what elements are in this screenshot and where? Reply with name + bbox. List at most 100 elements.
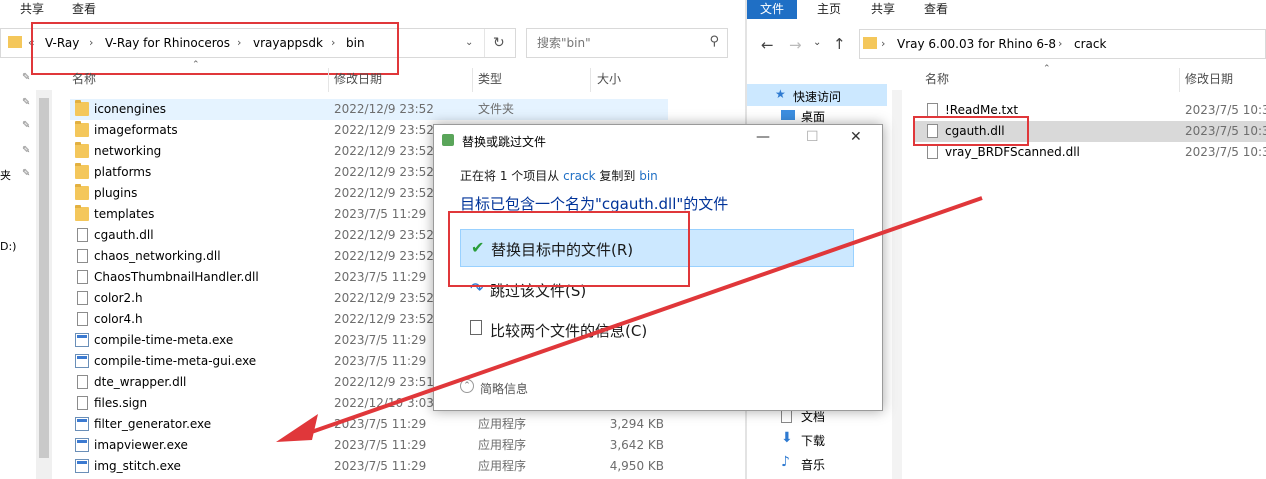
file-name: cgauth.dll [94, 228, 154, 242]
sidebar-item-fragment[interactable]: 夹 [0, 167, 11, 183]
column-header-date[interactable]: 修改日期 [334, 68, 382, 90]
minimize-button[interactable]: — [756, 129, 770, 145]
ribbon-tab-view[interactable]: 查看 [72, 0, 96, 19]
compare-option[interactable]: 比较两个文件的信息(C) [460, 311, 854, 349]
search-box[interactable]: ⚲ [526, 28, 728, 58]
pin-icon[interactable]: ✎ [22, 168, 30, 179]
file-row[interactable]: iconengines 2022/12/9 23:52 文件夹 [70, 99, 668, 120]
address-bar[interactable]: › Vray 6.00.03 for Rhino 6-8 › crack [859, 29, 1266, 59]
pin-icon[interactable]: ✎ [22, 120, 30, 131]
forward-arrow-icon[interactable]: → [789, 36, 802, 54]
file-name: ChaosThumbnailHandler.dll [94, 270, 259, 284]
folder-icon [75, 100, 89, 116]
back-arrow-icon[interactable]: ← [761, 36, 774, 54]
close-button[interactable]: ✕ [850, 129, 862, 145]
nav-scrollbar[interactable] [892, 90, 902, 479]
column-divider [328, 68, 329, 92]
subtitle-middle: 复制到 [599, 169, 636, 183]
ribbon-tab-share[interactable]: 共享 [20, 0, 44, 19]
dialog-title: 替换或跳过文件 [462, 135, 547, 149]
search-input[interactable] [535, 35, 709, 51]
pin-icon[interactable]: ✎ [22, 97, 30, 108]
chevron-right-icon: › [1058, 37, 1063, 50]
nav-item-downloads[interactable]: 下载 [801, 432, 825, 449]
details-toggle[interactable]: 简略信息 [480, 380, 528, 397]
compare-option-label: 比较两个文件的信息(C) [490, 322, 648, 340]
chevron-down-icon[interactable]: ⌄ [813, 37, 821, 48]
file-date: 2022/12/9 23:52 [334, 249, 434, 263]
folder-icon [863, 37, 877, 49]
file-type: 应用程序 [478, 438, 527, 452]
nav-item-quick-access[interactable]: 快速访问 [793, 88, 841, 105]
sidebar-scrollbar[interactable] [36, 90, 52, 479]
breadcrumb-crack[interactable]: crack [1074, 30, 1106, 58]
column-header-type[interactable]: 类型 [478, 68, 502, 90]
file-name: filter_generator.exe [94, 417, 212, 431]
file-name: iconengines [94, 102, 167, 116]
file-type: 应用程序 [478, 417, 527, 431]
sort-up-icon: ⌃ [1043, 64, 1051, 74]
desktop-icon [781, 110, 795, 120]
file-name: color2.h [94, 291, 143, 305]
folder-icon [75, 163, 89, 179]
file-date: 2023/7/5 10:3 [1185, 124, 1266, 138]
documents-icon [781, 410, 792, 423]
nav-item-desktop[interactable]: 桌面 [801, 108, 825, 125]
chevron-right-icon: › [881, 37, 886, 50]
refresh-icon[interactable]: ↻ [493, 29, 505, 57]
breadcrumb-vray-rhino[interactable]: Vray 6.00.03 for Rhino 6-8 [897, 30, 1056, 58]
ribbon-tab-home[interactable]: 主页 [817, 0, 841, 19]
maximize-button[interactable]: ☐ [806, 129, 819, 145]
file-date: 2022/12/10 3:03 [334, 396, 434, 410]
ribbon-tab-share[interactable]: 共享 [871, 0, 895, 19]
file-name: compile-time-meta.exe [94, 333, 234, 347]
file-icon [77, 228, 88, 242]
download-icon: ⬇ [781, 430, 793, 446]
ribbon-tab-view[interactable]: 查看 [924, 0, 948, 19]
column-header-name[interactable]: 名称 [72, 68, 96, 90]
file-icon [77, 291, 88, 305]
folder-icon [75, 184, 89, 200]
file-icon [927, 103, 938, 117]
file-date: 2022/12/9 23:52 [334, 186, 434, 200]
file-date: 2023/7/5 10:3 [1185, 103, 1266, 117]
column-header-date[interactable]: 修改日期 [1185, 68, 1233, 90]
pin-icon[interactable]: ✎ [22, 145, 30, 156]
file-name: compile-time-meta-gui.exe [94, 354, 257, 368]
up-arrow-icon[interactable]: ↑ [833, 35, 846, 53]
nav-item-music[interactable]: 音乐 [801, 456, 825, 473]
source-folder-link[interactable]: crack [563, 169, 595, 183]
file-date: 2022/12/9 23:52 [334, 144, 434, 158]
ribbon-tab-file[interactable]: 文件 [747, 0, 797, 19]
target-folder-link[interactable]: bin [639, 169, 658, 183]
application-icon [75, 354, 89, 368]
chevron-up-icon[interactable]: ⌃ [460, 379, 474, 393]
column-divider [1179, 68, 1180, 92]
annotation-box-cgauth [913, 116, 1029, 146]
file-row[interactable]: imapviewer.exe 2023/7/5 11:29 应用程序 3,642 KB [70, 435, 668, 456]
application-icon [75, 333, 89, 347]
column-header-name[interactable]: 名称 [925, 68, 949, 90]
file-row[interactable]: img_stitch.exe 2023/7/5 11:29 应用程序 4,950 KB [70, 456, 668, 477]
column-header-size[interactable]: 大小 [597, 68, 621, 90]
file-date: 2023/7/5 11:29 [334, 438, 427, 452]
file-type: 应用程序 [478, 459, 527, 473]
sort-up-icon: ⌃ [192, 60, 200, 70]
file-icon [77, 396, 88, 410]
file-date: 2022/12/9 23:52 [334, 123, 434, 137]
scrollbar-thumb[interactable] [39, 98, 49, 458]
chevron-down-icon[interactable]: ⌄ [465, 29, 473, 57]
address-divider [484, 29, 485, 57]
column-divider [590, 68, 591, 92]
music-icon: ♪ [781, 454, 790, 470]
copy-icon [442, 134, 454, 146]
file-date: 2022/12/9 23:52 [334, 291, 434, 305]
file-date: 2023/7/5 11:29 [334, 417, 427, 431]
file-name: imapviewer.exe [94, 438, 188, 452]
search-icon[interactable]: ⚲ [709, 34, 719, 49]
sidebar-item-fragment[interactable]: D:) [0, 240, 16, 253]
folder-icon [75, 142, 89, 158]
pin-icon[interactable]: ✎ [22, 72, 30, 83]
file-size: 4,950 KB [609, 459, 664, 473]
file-row[interactable]: filter_generator.exe 2023/7/5 11:29 应用程序 3,… [70, 414, 668, 435]
